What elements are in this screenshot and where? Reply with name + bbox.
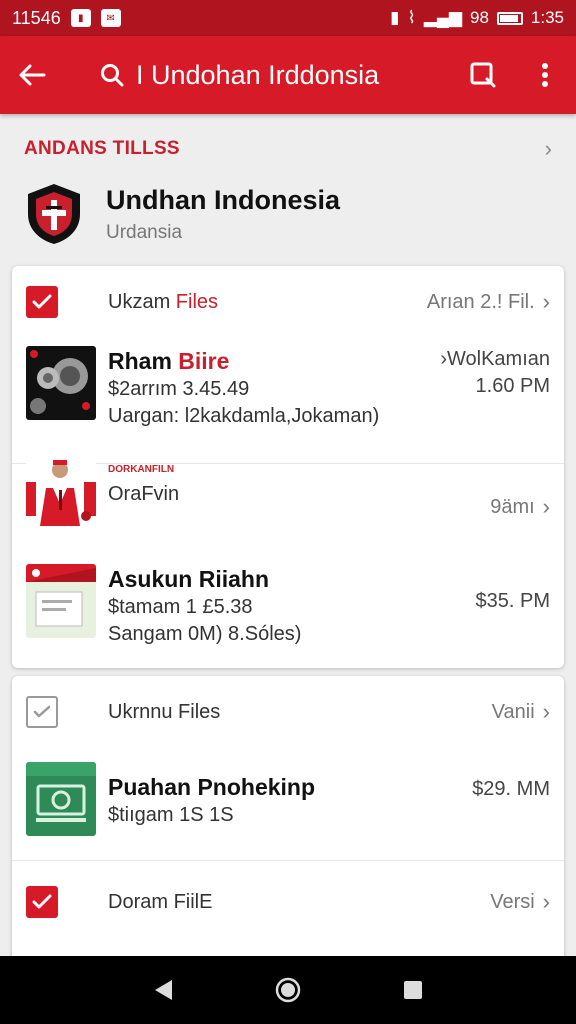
card2-row3-right-text: Versi — [490, 890, 535, 913]
status-time-left: 11546 — [12, 7, 61, 28]
file-item-2[interactable]: DORKANFILN OraFvin 9ämı › — [26, 454, 550, 528]
document-image — [26, 564, 96, 638]
app-toolbar: I Undohan Irddonsia — [0, 36, 576, 114]
search-bar[interactable]: I Undohan Irddonsia — [100, 60, 379, 91]
toolbar-actions — [452, 36, 576, 114]
search-text: I Undohan Irddonsia — [136, 59, 380, 90]
file-item-2-meta: 9ämı › — [490, 494, 550, 520]
chevron-right-icon: › — [542, 494, 550, 519]
speaker-image — [26, 346, 96, 420]
document-thumbnail — [26, 564, 96, 638]
wifi-icon: ⌇ — [407, 8, 416, 27]
section-title: ANDANS TILLSS — [24, 138, 180, 159]
divider — [12, 860, 564, 861]
profile-name: Undhan Indonesia — [106, 184, 341, 215]
file-item-4-meta: $29. MM — [472, 776, 550, 803]
check-icon — [33, 705, 51, 718]
file-item-2-tag: DORKANFILN — [108, 464, 175, 475]
file-item-2-text: DORKANFILN OraFvin — [108, 454, 550, 528]
file-item-4[interactable]: Puahan Pnohekinp $tiıgam 1S 1S $29. MM — [26, 762, 550, 836]
money-thumbnail — [26, 762, 96, 836]
checkbox-checked[interactable] — [26, 886, 58, 918]
nav-recents-button[interactable] — [393, 970, 433, 1010]
battery-icon — [496, 11, 523, 25]
checkbox-unchecked[interactable] — [26, 696, 58, 728]
check-icon — [32, 294, 52, 309]
file-item-2-right-text: 9ämı — [490, 495, 535, 518]
file-item-3-right: $35. PM — [475, 590, 550, 612]
person-thumbnail — [26, 454, 96, 528]
chevron-right-icon: › — [542, 289, 550, 314]
square-recents-icon — [404, 981, 423, 999]
file-item-4-line1: $tiıgam 1S 1S — [108, 804, 234, 826]
file-item-1-title-accent: Biire — [178, 348, 230, 374]
search-icon — [101, 64, 124, 87]
files-card-2: Ukrnnu Files Vanii › Puahan Pnohekinp $t… — [12, 676, 564, 956]
file-item-1-title-prefix: Rham — [108, 348, 179, 374]
file-item-1-line2: Uargan: l2kakdamla,Jokaman) — [108, 405, 380, 427]
card1-header-row[interactable]: Ukzam Files Arıan 2.! Fil. › — [12, 274, 564, 330]
more-options-button[interactable] — [514, 36, 576, 114]
card2-row3-right: Versi › — [490, 889, 550, 915]
check-icon — [32, 894, 52, 909]
file-item-3[interactable]: Asukun Riiahn $tamam 1 £5.38 Sangam 0M) … — [26, 564, 550, 648]
profile-text: Undhan Indonesia Urdansia — [106, 185, 340, 244]
card2-header-row[interactable]: Ukrnnu Files Vanii › — [12, 684, 564, 740]
select-square-icon — [470, 62, 496, 88]
card1-header-label-accent: Files — [175, 290, 219, 313]
select-button[interactable] — [452, 36, 514, 114]
file-item-3-line2: Sangam 0M) 8.Sóles) — [108, 623, 302, 645]
card1-header-label-prefix: Ukzam — [108, 290, 176, 313]
main-content: ANDANS TILLSS › Undhan Indonesia Urdansi… — [0, 114, 576, 956]
file-item-2-label: OraFvin — [108, 483, 180, 505]
person-image — [26, 454, 96, 528]
files-card-1: Ukzam Files Arıan 2.! Fil. › Rham Biire … — [12, 266, 564, 668]
file-item-1-right2: 1.60 PM — [475, 375, 550, 397]
circle-home-icon — [275, 977, 301, 1003]
card2-row3-label: Doram FiilE — [108, 890, 213, 913]
profile-subtitle: Urdansia — [106, 221, 183, 243]
card2-header-label: Ukrnnu Files — [108, 700, 221, 723]
status-bar: 11546 ▮ ✉ ▮ ⌇ ▂▄▆ 98 1:35 — [0, 0, 576, 36]
shield-logo-icon — [28, 184, 80, 244]
card1-header-right: Arıan 2.! Fil. › — [427, 289, 550, 315]
status-left: 11546 ▮ ✉ — [12, 8, 121, 29]
status-right: ▮ ⌇ ▂▄▆ 98 1:35 — [390, 8, 564, 28]
chevron-right-icon: › — [542, 889, 550, 914]
notification-mail-icon: ✉ — [100, 9, 121, 27]
signal-icon: ▂▄▆ — [423, 8, 462, 27]
nav-back-button[interactable] — [143, 970, 183, 1010]
money-image — [26, 762, 96, 836]
more-vert-icon — [542, 63, 548, 87]
card2-row3[interactable]: Doram FiilE Versi › — [12, 874, 564, 930]
file-item-1[interactable]: Rham Biire $2arrım 3.45.49 Uargan: l2kak… — [26, 346, 550, 430]
file-item-4-right: $29. MM — [472, 778, 550, 800]
card2-header-right: Vanii › — [492, 699, 550, 725]
back-button[interactable] — [0, 36, 64, 114]
system-nav-bar — [0, 956, 576, 1024]
chevron-right-icon: › — [542, 699, 550, 724]
file-item-3-meta: $35. PM — [476, 588, 550, 615]
chevron-right-icon: › — [544, 136, 552, 161]
triangle-back-icon — [154, 980, 172, 1000]
checkbox-checked[interactable] — [26, 286, 58, 318]
card1-header-label: Ukzam Files — [108, 291, 218, 314]
nav-home-button[interactable] — [268, 970, 308, 1010]
card1-header-right-text: Arıan 2.! Fil. — [426, 290, 535, 313]
status-time: 1:35 — [530, 8, 564, 27]
speaker-thumbnail — [26, 346, 96, 420]
vibrate-icon: ▮ — [390, 8, 400, 27]
arrow-left-icon — [19, 64, 46, 86]
file-item-1-meta: ›WolKamıan 1.60 PM — [440, 346, 550, 400]
file-item-1-right1: ›WolKamıan — [440, 348, 550, 370]
section-header[interactable]: ANDANS TILLSS › — [24, 136, 552, 162]
notification-app-icon: ▮ — [70, 9, 91, 27]
signal-text: 98 — [469, 8, 489, 27]
card2-header-right-text: Vanii — [491, 700, 535, 723]
profile-header: Undhan Indonesia Urdansia — [24, 182, 340, 246]
